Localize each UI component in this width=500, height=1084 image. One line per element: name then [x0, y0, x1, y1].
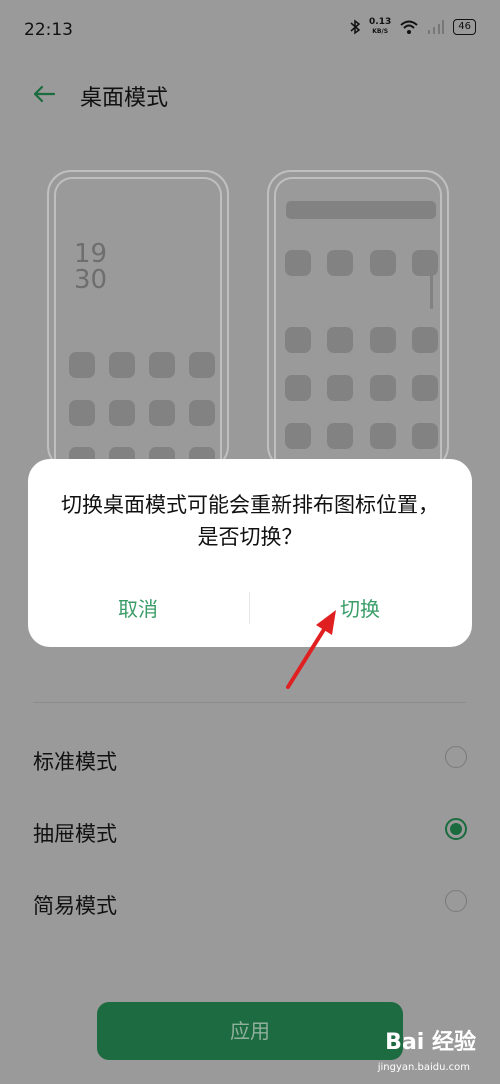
app-tile-placeholder: [412, 375, 438, 401]
app-tile-placeholder: [370, 250, 396, 276]
app-tile-placeholder: [285, 327, 311, 353]
mode-option-standard[interactable]: 标准模式: [0, 730, 500, 790]
app-tile-placeholder: [109, 352, 135, 378]
preview-clock-minute: 30: [74, 265, 108, 295]
mode-label: 标准模式: [33, 750, 117, 774]
radio-button[interactable]: [445, 890, 467, 912]
app-tile-placeholder: [189, 352, 215, 378]
net-speed: 0.13 KB/S: [369, 18, 391, 36]
app-tile-placeholder: [285, 375, 311, 401]
page-title: 桌面模式: [80, 86, 169, 111]
app-tile-placeholder: [69, 352, 95, 378]
baidu-jingyan-watermark: Bai 经验: [385, 1030, 476, 1055]
apply-button[interactable]: 应用: [97, 1002, 403, 1060]
preview-clock: 19 30: [74, 241, 107, 293]
app-tile-placeholder: [370, 423, 396, 449]
app-tile-placeholder: [327, 327, 353, 353]
watermark-url: jingyan.baidu.com: [377, 1062, 470, 1073]
app-tile-placeholder: [285, 423, 311, 449]
app-tile-placeholder: [109, 400, 135, 426]
app-tile-placeholder: [285, 250, 311, 276]
list-divider: [33, 702, 466, 703]
dialog-message: 切换桌面模式可能会重新排布图标位置，是否切换？: [61, 493, 439, 549]
app-tile-placeholder: [69, 400, 95, 426]
cancel-button[interactable]: 取消: [38, 593, 238, 622]
net-speed-value: 0.13: [369, 17, 392, 27]
preview-standard-mode[interactable]: 19 30: [47, 170, 229, 473]
app-tile-placeholder: [412, 423, 438, 449]
app-tile-placeholder: [412, 250, 438, 276]
app-tile-placeholder: [327, 423, 353, 449]
confirm-dialog: 切换桌面模式可能会重新排布图标位置，是否切换？ 取消 切换: [28, 459, 472, 647]
bluetooth-icon: [350, 19, 361, 35]
preview-search-bar: [286, 201, 436, 219]
net-speed-unit: KB/S: [372, 28, 389, 35]
app-tile-placeholder: [149, 400, 175, 426]
wifi-icon: [400, 20, 418, 34]
mode-option-simple[interactable]: 简易模式: [0, 874, 500, 934]
app-tile-placeholder: [370, 375, 396, 401]
status-time: 22:13: [24, 20, 73, 40]
radio-button[interactable]: [445, 746, 467, 768]
mode-label: 抽屉模式: [33, 822, 117, 846]
app-tile-placeholder: [189, 400, 215, 426]
mode-option-drawer[interactable]: 抽屉模式: [0, 802, 500, 862]
preview-drawer-mode[interactable]: [267, 170, 449, 470]
app-tile-placeholder: [149, 352, 175, 378]
preview-screen: 19 30: [54, 177, 222, 473]
app-tile-placeholder: [327, 250, 353, 276]
annotation-arrow-icon: [286, 610, 336, 689]
app-tile-placeholder: [412, 327, 438, 353]
status-bar: 22:13 0.13 KB/S 46: [0, 0, 500, 60]
app-tile-placeholder: [327, 375, 353, 401]
mode-label: 简易模式: [33, 894, 117, 918]
arrow-left-icon[interactable]: [30, 80, 58, 108]
dialog-button-divider: [249, 592, 250, 624]
app-tile-placeholder: [370, 327, 396, 353]
signal-icon: [428, 20, 445, 34]
status-icons: 0.13 KB/S 46: [349, 18, 476, 36]
battery-icon: 46: [453, 19, 476, 35]
radio-button-selected[interactable]: [445, 818, 467, 840]
preview-clock-hour: 19: [74, 239, 108, 269]
preview-screen: [274, 177, 442, 468]
